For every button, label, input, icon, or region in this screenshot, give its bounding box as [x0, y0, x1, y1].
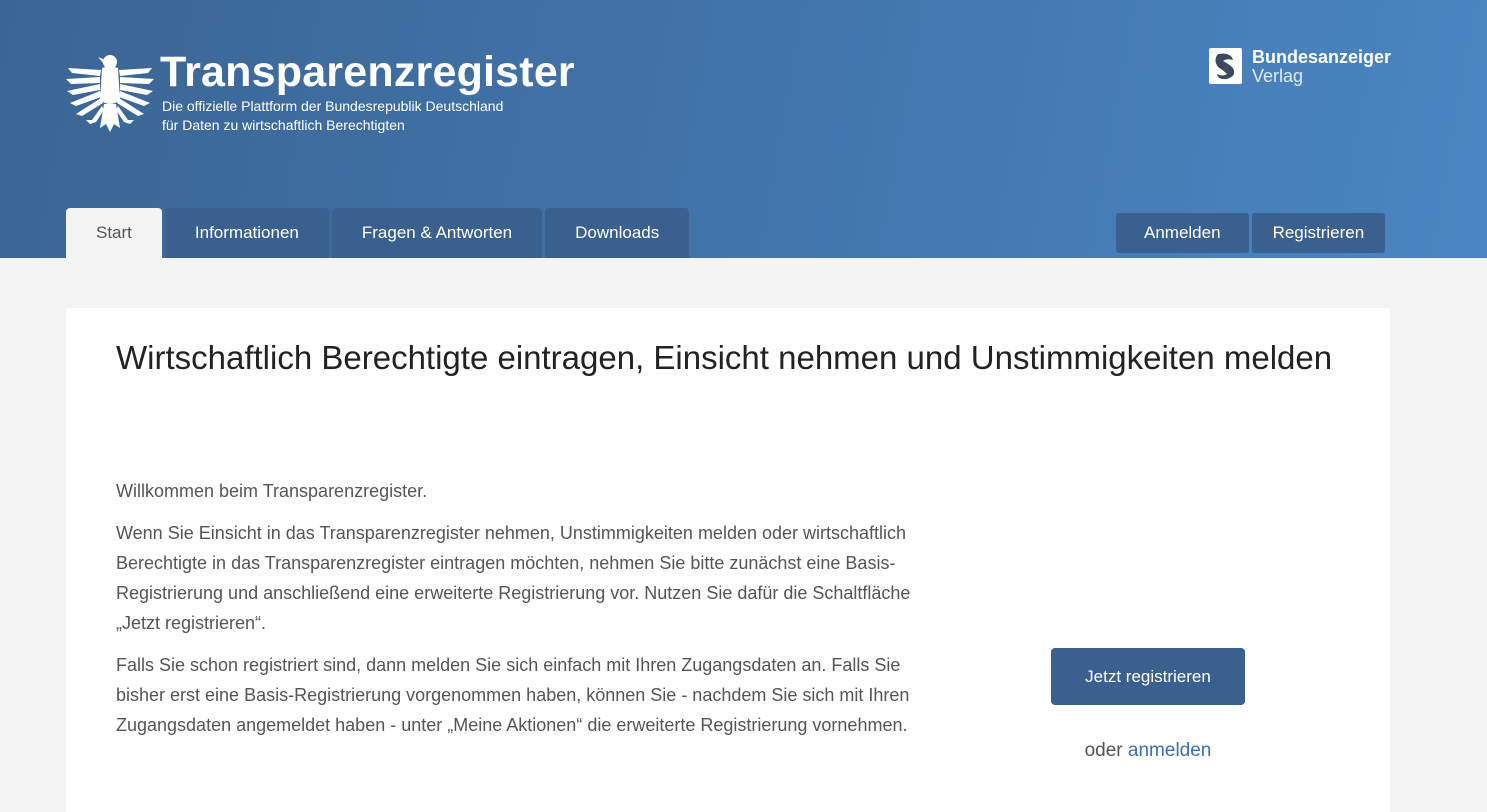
content-card: Wirtschaftlich Berechtigte eintragen, Ei…	[66, 308, 1390, 812]
login-alternative: oder anmelden	[1051, 740, 1245, 762]
federal-eagle-icon	[66, 55, 154, 132]
main-nav: Start Informationen Fragen & Antworten D…	[66, 208, 692, 258]
site-title: Transparenzregister	[160, 48, 575, 96]
brand-text: Transparenzregister Die offizielle Platt…	[160, 46, 575, 135]
login-button[interactable]: Anmelden	[1116, 213, 1249, 253]
tab-fragen-antworten[interactable]: Fragen & Antworten	[331, 208, 543, 258]
alt-prefix: oder	[1084, 740, 1123, 761]
bundesanzeiger-logo-icon	[1209, 48, 1242, 84]
register-button[interactable]: Registrieren	[1251, 213, 1386, 253]
login-link[interactable]: anmelden	[1128, 740, 1211, 761]
tab-start[interactable]: Start	[66, 208, 162, 258]
registration-info-paragraph: Wenn Sie Einsicht in das Transparenzregi…	[116, 523, 911, 633]
site-header: Transparenzregister Die offizielle Platt…	[0, 0, 1487, 258]
publisher-logo-link[interactable]: Bundesanzeiger Verlag	[1209, 48, 1391, 86]
intro-text: Willkommen beim Transparenzregister. Wen…	[116, 476, 936, 752]
site-subtitle-line1: Die offizielle Plattform der Bundesrepub…	[162, 98, 504, 114]
site-subtitle: Die offizielle Plattform der Bundesrepub…	[162, 97, 575, 135]
tab-informationen[interactable]: Informationen	[164, 208, 329, 258]
publisher-sub: Verlag	[1252, 66, 1304, 86]
publisher-name: Bundesanzeiger	[1252, 47, 1392, 67]
brand-logo-link[interactable]: Transparenzregister Die offizielle Platt…	[64, 46, 575, 140]
register-now-button[interactable]: Jetzt registrieren	[1051, 648, 1245, 705]
page-title: Wirtschaftlich Berechtigte eintragen, Ei…	[116, 339, 1333, 376]
publisher-text: Bundesanzeiger Verlag	[1252, 48, 1391, 86]
auth-buttons: Anmelden Registrieren	[1116, 213, 1386, 253]
login-info-paragraph: Falls Sie schon registriert sind, dann m…	[116, 655, 910, 735]
tab-downloads[interactable]: Downloads	[545, 208, 690, 258]
welcome-paragraph: Willkommen beim Transparenzregister.	[116, 481, 428, 501]
site-subtitle-line2: für Daten zu wirtschaftlich Berechtigten	[162, 117, 405, 133]
